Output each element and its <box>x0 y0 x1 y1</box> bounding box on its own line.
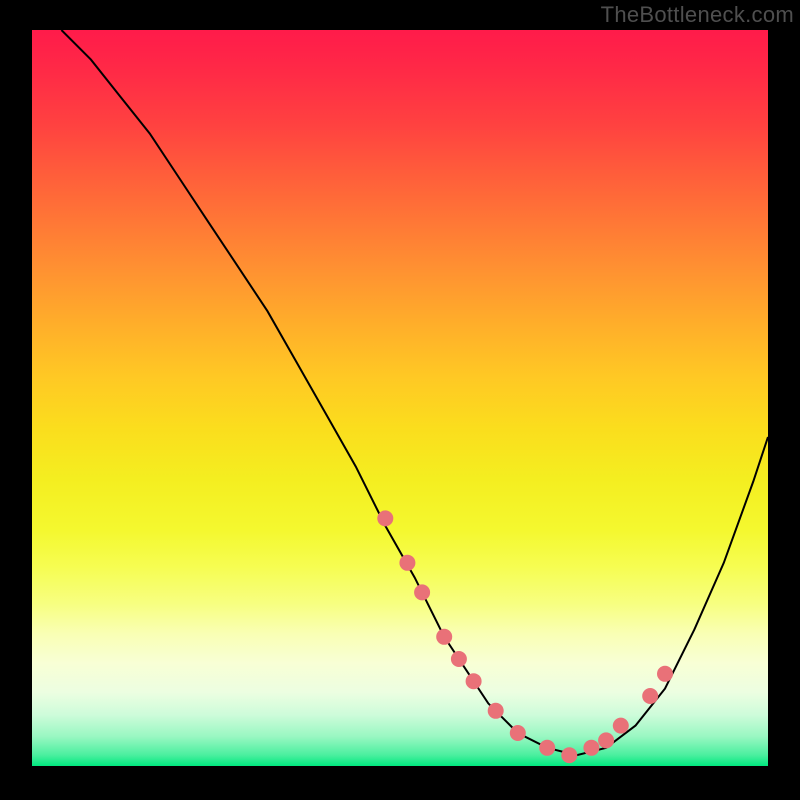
highlight-dots <box>377 510 673 763</box>
highlight-dot <box>657 666 673 682</box>
bottleneck-curve <box>61 30 768 755</box>
highlight-dot <box>598 732 614 748</box>
highlight-dot <box>399 555 415 571</box>
highlight-dot <box>561 747 577 763</box>
highlight-dot <box>488 703 504 719</box>
highlight-dot <box>539 740 555 756</box>
highlight-dot <box>642 688 658 704</box>
highlight-dot <box>613 718 629 734</box>
highlight-dot <box>583 740 599 756</box>
watermark-label: TheBottleneck.com <box>601 2 794 28</box>
highlight-dot <box>451 651 467 667</box>
highlight-dot <box>436 629 452 645</box>
highlight-dot <box>377 510 393 526</box>
chart-svg <box>32 30 768 770</box>
highlight-dot <box>510 725 526 741</box>
highlight-dot <box>414 584 430 600</box>
chart-stage: TheBottleneck.com <box>0 0 800 800</box>
highlight-dot <box>466 673 482 689</box>
